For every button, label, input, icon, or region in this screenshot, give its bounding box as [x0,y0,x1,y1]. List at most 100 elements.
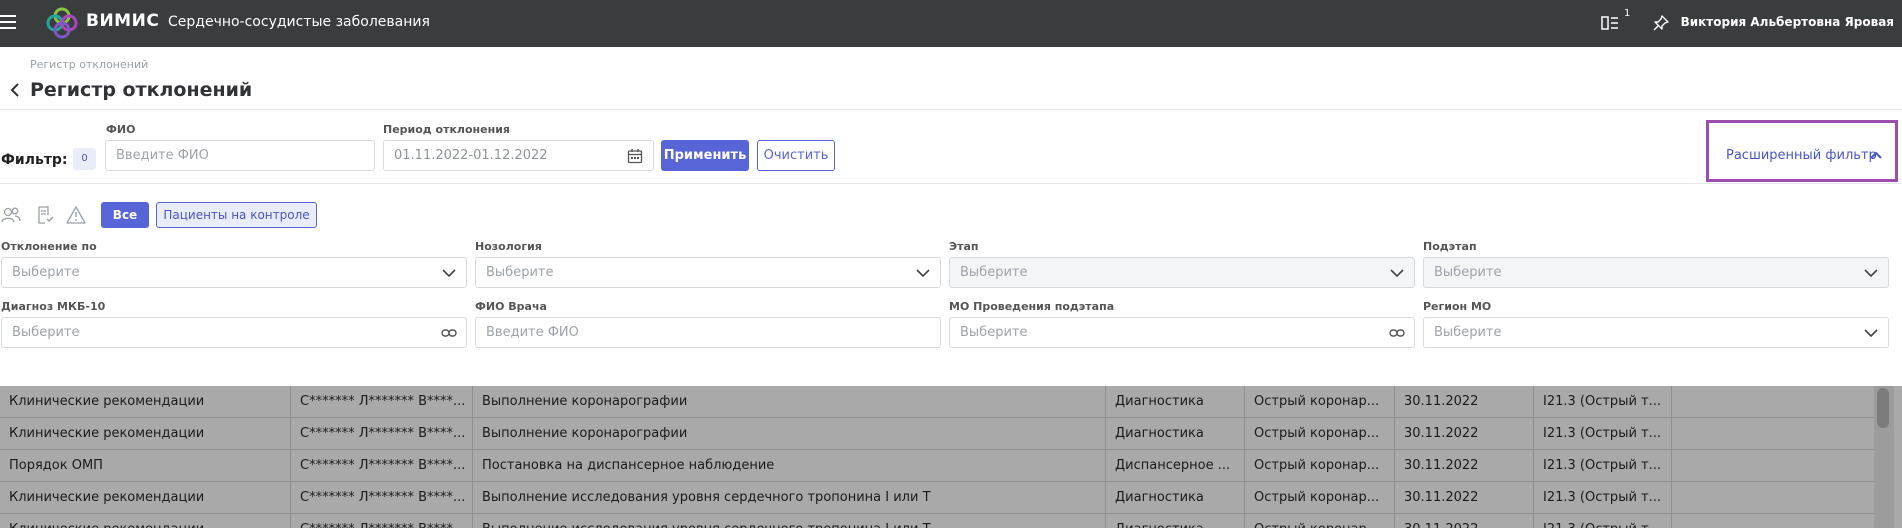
table-cell: С******* Л******* В****... [290,386,472,418]
table-cell: 30.11.2022 [1394,418,1533,450]
chevron-up-icon[interactable] [1870,150,1882,160]
table-cell: I21.3 (Острый т... [1533,386,1671,418]
diagnosis-label: Диагноз МКБ-10 [1,300,106,313]
table-cell: Острый коронар... [1244,482,1394,514]
hamburger-menu-icon[interactable] [0,15,18,31]
mo-substage-select[interactable]: Выберите [949,317,1415,348]
link-icon[interactable] [1389,328,1405,338]
users-icon[interactable] [1,206,21,224]
deviation-by-select[interactable]: Выберите [1,257,467,288]
table-cell: Клинические рекомендации [0,514,290,528]
doctor-fio-label: ФИО Врача [475,300,547,313]
pin-icon[interactable] [1652,14,1670,32]
user-name[interactable]: Виктория Альбертовна Яровая [1681,15,1894,29]
table-cell: I21.3 (Острый т... [1533,450,1671,482]
filter-label: Фильтр: [1,152,68,168]
table-cell: Выполнение исследования уровня сердечног… [472,482,1105,514]
table-cell: Выполнение коронарографии [472,418,1105,450]
substage-label: Подэтап [1423,240,1477,253]
table-cell [1671,450,1874,482]
chevron-down-icon[interactable] [1864,268,1878,278]
divider [0,183,1902,184]
region-mo-label: Регион МО [1423,300,1492,313]
table-cell: 30.11.2022 [1394,450,1533,482]
diagnosis-select[interactable]: Выберите [1,317,467,348]
table-cell: Клинические рекомендации [9,394,205,409]
table-cell: Диагностика [1105,514,1244,528]
page-title: Регистр отклонений [30,79,253,101]
table-cell: С******* Л******* В****... [290,482,472,514]
table-row[interactable]: Клинические рекомендации С******* Л*****… [0,418,1874,450]
table-cell: I21.3 (Острый т... [1533,514,1671,528]
table-cell: 30.11.2022 [1394,514,1533,528]
region-mo-select[interactable]: Выберите [1423,317,1889,348]
stage-select[interactable]: Выберите [949,257,1415,288]
chevron-down-icon[interactable] [442,268,456,278]
table-cell [1671,514,1874,528]
table-cell [1671,418,1874,450]
tab-all[interactable]: Все [101,202,149,228]
period-input[interactable]: 01.11.2022-01.12.2022 [383,140,654,171]
table-cell: Клинические рекомендации [9,426,205,441]
table-cell: Выполнение исследования уровня сердечног… [472,514,1105,528]
calendar-icon[interactable] [627,148,643,164]
table-cell [1671,386,1874,418]
app-title: Сердечно-сосудистые заболевания [168,14,430,30]
table-cell: I21.3 (Острый т... [1533,482,1671,514]
top-bar: ВИМИС Сердечно-сосудистые заболевания 1 … [0,0,1902,47]
scrollbar-thumb[interactable] [1877,388,1889,428]
fio-input[interactable]: Введите ФИО [105,140,375,171]
table-cell: Клинические рекомендации [9,490,205,505]
clear-button[interactable]: Очистить [757,140,835,171]
table-cell: 30.11.2022 [1394,482,1533,514]
deviations-table: Клинические рекомендации С******* Л*****… [0,386,1902,528]
table-cell: Острый коронар... [1244,418,1394,450]
mo-substage-label: МО Проведения подэтапа [949,300,1115,313]
layout-list-icon[interactable] [1601,15,1619,31]
warning-icon[interactable] [66,206,86,224]
table-cell: Диагностика [1105,418,1244,450]
chevron-down-icon[interactable] [1864,328,1878,338]
back-arrow-icon[interactable] [8,82,22,98]
table-cell: Острый коронар... [1244,386,1394,418]
fio-label: ФИО [106,123,136,136]
chevron-down-icon[interactable] [916,268,930,278]
tab-patients-on-control[interactable]: Пациенты на контроле [156,202,317,228]
doctor-fio-input[interactable]: Введите ФИО [475,317,941,348]
table-cell: I21.3 (Острый т... [1533,418,1671,450]
table-cell: С******* Л******* В****... [290,418,472,450]
period-label: Период отклонения [383,123,510,136]
notification-count: 1 [1624,8,1631,19]
table-row[interactable]: Клинические рекомендации С******* Л*****… [0,514,1874,528]
divider [0,109,1902,110]
table-cell: 30.11.2022 [1394,386,1533,418]
apply-button[interactable]: Применить [661,140,749,171]
chevron-down-icon[interactable] [1390,268,1404,278]
table-cell: Диагностика [1105,482,1244,514]
nosology-select[interactable]: Выберите [475,257,941,288]
breadcrumb[interactable]: Регистр отклонений [30,58,148,71]
table-cell [1671,482,1874,514]
stage-label: Этап [949,240,979,253]
table-row[interactable]: Клинические рекомендации С******* Л*****… [0,482,1874,514]
nosology-label: Нозология [475,240,542,253]
table-cell: С******* Л******* В****... [290,450,472,482]
link-icon[interactable] [441,328,457,338]
table-cell: Выполнение коронарографии [472,386,1105,418]
table-row[interactable]: Клинические рекомендации С******* Л*****… [0,386,1874,418]
table-cell: С******* Л******* В****... [290,514,472,528]
table-cell: Острый коронар... [1244,450,1394,482]
table-row[interactable]: Порядок ОМП С******* Л******* В****... П… [0,450,1874,482]
document-check-icon[interactable] [36,206,56,224]
table-cell: Порядок ОМП [9,458,103,473]
brand-name: ВИМИС [86,11,160,31]
deviation-by-label: Отклонение по [1,240,97,253]
table-cell: Острый коронар... [1244,514,1394,528]
vimis-logo [46,7,78,39]
table-cell: Постановка на диспансерное наблюдение [472,450,1105,482]
substage-select[interactable]: Выберите [1423,257,1889,288]
extended-filter-toggle[interactable]: Расширенный фильтр [1726,148,1877,163]
table-cell: Диагностика [1105,386,1244,418]
table-cell: Диспансерное ... [1105,450,1244,482]
filter-count-badge: 0 [73,148,96,170]
